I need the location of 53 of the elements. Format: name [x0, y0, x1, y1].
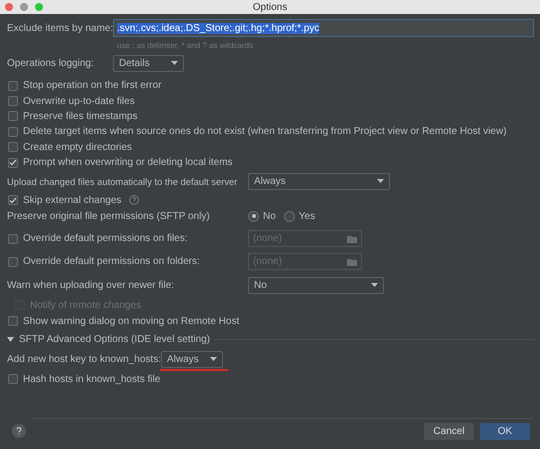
- radio-button[interactable]: [248, 210, 259, 222]
- checkbox-label: Create empty directories: [23, 142, 132, 153]
- checkbox-label: Delete target items when source ones do not exist (when transferring from Project view or Remote Host view): [23, 126, 507, 138]
- checkbox[interactable]: [8, 256, 18, 267]
- checkbox-label: Stop operation on the first error: [23, 80, 162, 92]
- checkbox[interactable]: [8, 234, 18, 244]
- radio-label: No: [263, 210, 276, 222]
- minimize-button[interactable]: [20, 3, 28, 11]
- field-label: Add new host key to known_hosts:: [7, 354, 161, 365]
- checkbox-label: Show warning dialog on moving on Remote Host: [23, 316, 240, 327]
- field-label: Preserve original file permissions (SFTP only): [7, 210, 211, 222]
- checkbox[interactable]: [8, 158, 18, 168]
- field-label: Exclude items by name:: [7, 22, 113, 34]
- checkbox[interactable]: [8, 111, 18, 122]
- zoom-button[interactable]: [35, 3, 43, 11]
- radio-label: Yes: [298, 210, 316, 222]
- help-button[interactable]: [12, 424, 26, 438]
- cancel-button[interactable]: Cancel: [424, 422, 474, 440]
- field-label: Upload changed files automatically to the default server: [7, 176, 238, 187]
- field-hint: use ; as delimiter, * and ? as wildcards: [117, 40, 254, 50]
- checkbox-label: Preserve files timestamps: [23, 110, 138, 122]
- checkbox-label: Override default permissions on files:: [23, 233, 189, 244]
- checkbox[interactable]: [8, 126, 18, 137]
- checkbox-label: Hash hosts in known_hosts file: [23, 374, 160, 385]
- checkbox-label: Overwrite up-to-date files: [23, 96, 135, 107]
- checkbox[interactable]: [8, 96, 18, 106]
- checkbox[interactable]: [8, 195, 18, 206]
- expand-icon[interactable]: [7, 336, 14, 342]
- checkbox[interactable]: [8, 142, 18, 152]
- logging-dropdown[interactable]: Details: [113, 54, 184, 72]
- checkbox-label: Prompt when overwriting or deleting local items: [23, 157, 233, 168]
- upload-dropdown[interactable]: Always: [248, 172, 390, 190]
- checkbox[interactable]: [8, 80, 18, 91]
- exclude-field[interactable]: .svn;.cvs;.idea;.DS_Store;.git;.hg;*.hprof;*.pyc: [113, 19, 534, 37]
- field-label: Warn when uploading over newer file:: [7, 280, 175, 291]
- window-title: Options: [252, 2, 288, 12]
- folder-icon[interactable]: [347, 258, 357, 266]
- field-label: Operations logging:: [7, 58, 95, 68]
- radio-button[interactable]: [284, 210, 295, 222]
- caret-icon: [377, 179, 384, 184]
- folder-icon[interactable]: [347, 234, 357, 243]
- caret-icon: [371, 283, 378, 288]
- checkbox-label: Skip external changes: [23, 194, 122, 206]
- warn-dropdown[interactable]: No: [248, 276, 384, 294]
- checkbox-label: Override default permissions on folders:: [23, 256, 201, 268]
- section-title: SFTP Advanced Options (IDE level setting): [19, 334, 210, 345]
- caret-icon: [210, 357, 217, 362]
- caret-icon: [171, 61, 178, 65]
- close-button[interactable]: [5, 3, 13, 11]
- ok-button[interactable]: OK: [480, 422, 530, 440]
- checkbox[interactable]: [8, 316, 18, 326]
- help-icon[interactable]: [129, 195, 140, 206]
- checkbox[interactable]: [8, 374, 18, 384]
